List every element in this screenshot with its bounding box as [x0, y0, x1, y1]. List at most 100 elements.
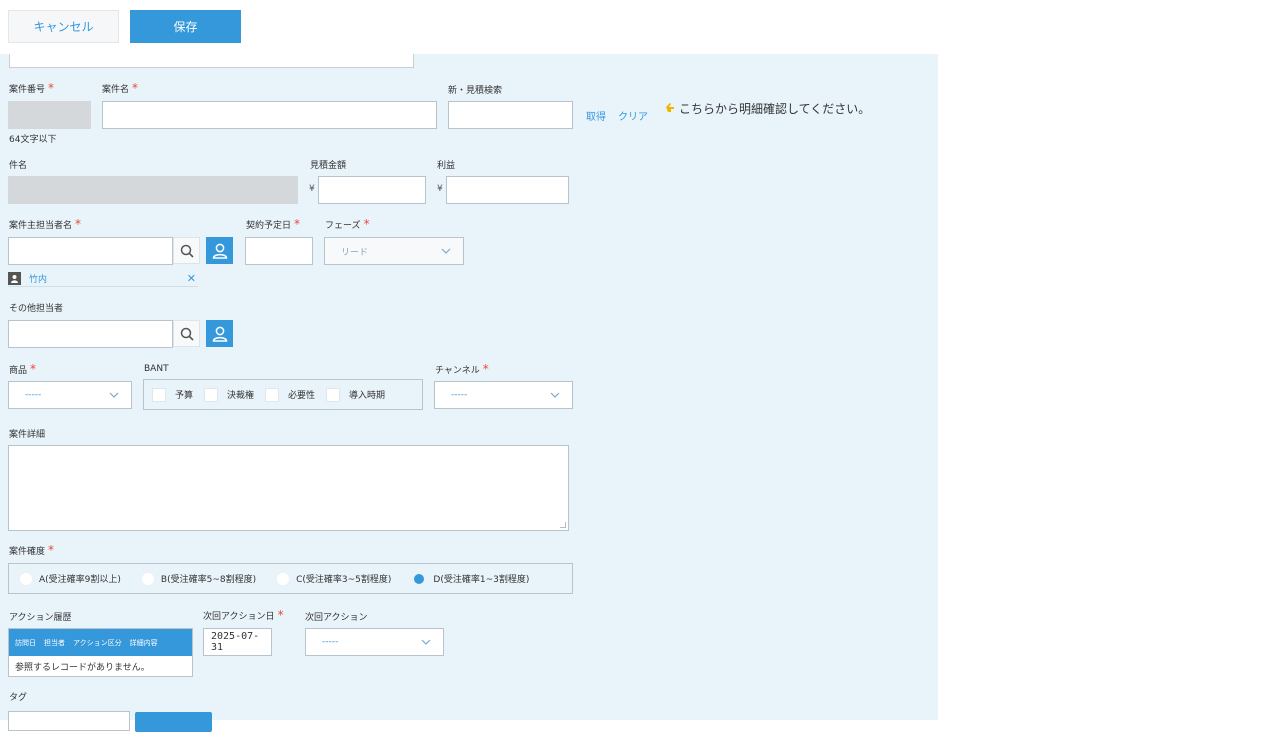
- bant-timing-label: 導入時期: [349, 391, 386, 401]
- case-name-input[interactable]: [102, 101, 437, 129]
- cancel-button[interactable]: キャンセル: [8, 10, 119, 43]
- chevron-down-icon: [550, 392, 560, 398]
- user-icon: [212, 243, 227, 259]
- chevron-down-icon: [441, 248, 451, 254]
- user-icon: [212, 326, 227, 342]
- contract-date-label: 契約予定日 *: [246, 217, 301, 231]
- checkbox[interactable]: [152, 387, 166, 402]
- save-button[interactable]: 保存: [130, 10, 241, 43]
- tag-add-button[interactable]: [135, 712, 212, 732]
- column-header: アクション区分: [73, 638, 122, 647]
- channel-value: -----: [451, 390, 468, 400]
- scrolled-field-remnant: [9, 54, 414, 68]
- next-action-date-input[interactable]: 2025-07-31: [203, 628, 272, 656]
- next-action-select[interactable]: -----: [305, 628, 444, 656]
- search-icon: [180, 244, 194, 258]
- bant-authority-label: 決裁権: [227, 391, 255, 401]
- clear-link[interactable]: クリア: [618, 108, 648, 123]
- channel-label: チャンネル *: [435, 362, 489, 376]
- estimate-amount-label: 見積金額: [310, 161, 347, 171]
- certainty-option-c[interactable]: C(受注確率3~5割程度): [276, 571, 392, 586]
- owner-user-picker-button[interactable]: [206, 237, 233, 264]
- next-action-value: -----: [322, 637, 339, 647]
- column-header: 詳細内容: [129, 638, 158, 647]
- checkbox[interactable]: [204, 387, 219, 402]
- owner-label: 案件主担当者名 *: [9, 217, 82, 231]
- column-header: 担当者: [44, 638, 65, 647]
- phase-label: フェーズ *: [325, 217, 370, 231]
- owner-search-button[interactable]: [173, 237, 200, 264]
- certainty-option-a[interactable]: A(受注確率9割以上): [19, 571, 121, 586]
- profit-label: 利益: [437, 161, 456, 171]
- get-link[interactable]: 取得: [586, 108, 606, 123]
- certainty-option-label: A(受注確率9割以上): [39, 575, 121, 585]
- yen-symbol: ¥: [437, 184, 443, 194]
- case-name-label: 案件名 *: [102, 81, 139, 95]
- avatar-icon: [8, 272, 21, 285]
- action-history-header: 訪問日 担当者 アクション区分 詳細内容: [9, 629, 192, 656]
- product-value: -----: [25, 390, 42, 400]
- product-select[interactable]: -----: [8, 381, 132, 409]
- checkbox[interactable]: [326, 387, 341, 402]
- bant-label: BANT: [144, 364, 169, 374]
- case-no-field: [8, 101, 91, 129]
- phase-select[interactable]: リード: [324, 237, 464, 265]
- checkbox[interactable]: [265, 387, 280, 402]
- pointing-hand-icon: [664, 101, 676, 116]
- radio[interactable]: [140, 571, 155, 586]
- yen-symbol: ¥: [309, 184, 315, 194]
- other-owner-search-button[interactable]: [173, 320, 200, 347]
- bant-authority[interactable]: 決裁権: [204, 387, 255, 402]
- case-no-label: 案件番号 *: [9, 81, 55, 95]
- bant-timing[interactable]: 導入時期: [326, 387, 386, 402]
- remove-user-icon[interactable]: ✕: [187, 272, 196, 285]
- tag-input[interactable]: [8, 711, 130, 731]
- action-history-empty: 参照するレコードがありません。: [9, 656, 192, 676]
- bant-budget[interactable]: 予算: [152, 387, 194, 402]
- resize-handle-icon[interactable]: [560, 522, 566, 528]
- certainty-option-d[interactable]: D(受注確率1~3割程度): [411, 570, 530, 587]
- certainty-option-b[interactable]: B(受注確率5~8割程度): [140, 571, 257, 586]
- radio[interactable]: [19, 571, 33, 586]
- bant-checkbox-group: 予算 決裁権 必要性 導入時期: [143, 379, 423, 410]
- profit-input[interactable]: [446, 176, 569, 204]
- radio[interactable]: [276, 571, 291, 586]
- next-action-date-label: 次回アクション日 *: [203, 608, 284, 622]
- estimate-amount-input[interactable]: [318, 176, 426, 204]
- hint-text: こちらから明細確認してください。: [679, 102, 871, 116]
- action-history-label: アクション履歴: [9, 613, 72, 623]
- contract-date-input[interactable]: [245, 237, 313, 265]
- chevron-down-icon: [421, 639, 431, 645]
- next-action-label: 次回アクション: [305, 613, 368, 623]
- radio-selected[interactable]: [411, 570, 428, 587]
- subject-label: 件名: [9, 161, 28, 171]
- bant-need-label: 必要性: [288, 391, 316, 401]
- bant-budget-label: 予算: [175, 391, 194, 401]
- owner-user-name: 竹内: [29, 275, 48, 285]
- column-header: 訪問日: [15, 638, 36, 647]
- detail-label: 案件詳細: [9, 430, 46, 440]
- certainty-label: 案件確度 *: [9, 543, 55, 557]
- certainty-option-label: D(受注確率1~3割程度): [433, 575, 530, 585]
- other-owner-label: その他担当者: [9, 304, 64, 314]
- other-owner-input[interactable]: [8, 320, 173, 348]
- certainty-radio-group: A(受注確率9割以上) B(受注確率5~8割程度) C(受注確率3~5割程度) …: [8, 563, 573, 594]
- other-owner-user-picker-button[interactable]: [206, 320, 233, 347]
- phase-value: リード: [341, 247, 369, 258]
- detail-textarea[interactable]: [8, 445, 569, 531]
- estimate-search-input[interactable]: [448, 101, 573, 129]
- action-history-table: 訪問日 担当者 アクション区分 詳細内容 参照するレコードがありません。: [8, 628, 193, 677]
- subject-field: [8, 176, 298, 204]
- certainty-option-label: C(受注確率3~5割程度): [296, 575, 392, 585]
- case-no-hint: 64文字以下: [9, 135, 57, 145]
- product-label: 商品 *: [9, 362, 37, 376]
- owner-user-tag: 竹内 ✕: [8, 271, 198, 287]
- estimate-search-label: 新・見積検索: [448, 86, 503, 96]
- hint-message: こちらから明細確認してください。: [664, 100, 870, 117]
- owner-input[interactable]: [8, 237, 173, 265]
- tag-label: タグ: [9, 693, 28, 703]
- bant-need[interactable]: 必要性: [265, 387, 316, 402]
- certainty-option-label: B(受注確率5~8割程度): [160, 575, 257, 585]
- channel-select[interactable]: -----: [434, 381, 573, 409]
- search-icon: [180, 327, 194, 341]
